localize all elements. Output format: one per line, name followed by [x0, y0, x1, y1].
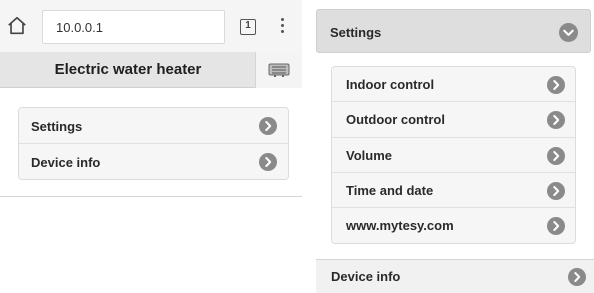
chevron-right-icon [568, 268, 586, 286]
main-screen: 10.0.0.1 1 Electric water heater Setting… [0, 0, 302, 197]
submenu-item-label: www.mytesy.com [346, 218, 454, 234]
menu-item-label: Device info [31, 155, 101, 170]
app-header: Electric water heater [0, 52, 302, 88]
submenu-item-label: Volume [346, 147, 392, 163]
menu-item-settings[interactable]: Settings [19, 108, 288, 144]
more-vert-icon[interactable] [277, 17, 287, 37]
settings-collapsible-header[interactable]: Settings [316, 9, 591, 53]
chevron-right-icon [259, 153, 277, 171]
device-info-label: Device info [331, 269, 401, 284]
submenu-item-label: Indoor control [346, 77, 435, 92]
submenu-item-label: Time and date [346, 182, 434, 198]
submenu-item-volume[interactable]: Volume [332, 137, 575, 173]
settings-submenu-list: Indoor control Outdoor control Volume Ti… [331, 66, 576, 244]
water-heater-button[interactable] [255, 52, 302, 88]
device-info-row[interactable]: Device info [316, 259, 594, 293]
chevron-right-icon [547, 146, 565, 165]
chevron-down-icon [559, 23, 578, 42]
settings-screen: Settings Indoor control Outdoor control … [316, 0, 594, 293]
chevron-right-icon [547, 181, 565, 200]
chevron-right-icon [547, 217, 565, 236]
submenu-item-label: Outdoor control [346, 112, 445, 128]
settings-header-label: Settings [330, 25, 382, 40]
home-icon[interactable] [6, 15, 28, 37]
chevron-right-icon [547, 76, 565, 94]
menu-item-label: Settings [31, 119, 83, 134]
page-title: Electric water heater [54, 61, 202, 78]
chevron-right-icon [547, 111, 565, 130]
browser-toolbar: 10.0.0.1 1 [0, 0, 302, 52]
chevron-right-icon [259, 117, 277, 135]
url-text: 10.0.0.1 [56, 20, 103, 35]
submenu-item-mytesy-link[interactable]: www.mytesy.com [332, 208, 575, 243]
water-heater-icon [268, 63, 290, 77]
submenu-item-time-and-date[interactable]: Time and date [332, 172, 575, 209]
submenu-item-outdoor-control[interactable]: Outdoor control [332, 102, 575, 138]
submenu-item-indoor-control[interactable]: Indoor control [332, 67, 575, 103]
tabs-icon[interactable]: 1 [240, 19, 256, 35]
menu-item-device-info[interactable]: Device info [19, 144, 288, 179]
address-bar[interactable]: 10.0.0.1 [42, 10, 225, 44]
main-menu-list: Settings Device info [18, 107, 289, 180]
